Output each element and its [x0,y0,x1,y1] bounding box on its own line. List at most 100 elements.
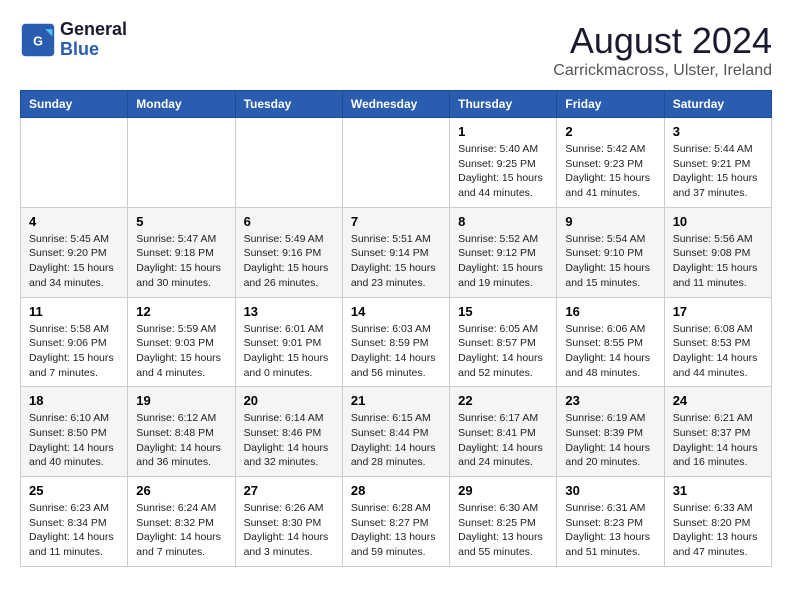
calendar-cell: 4 Sunrise: 5:45 AM Sunset: 9:20 PM Daylig… [21,207,128,297]
day-number: 25 [29,483,119,498]
day-number: 26 [136,483,226,498]
calendar-cell: 27Sunrise: 6:26 AM Sunset: 8:30 PM Dayli… [235,477,342,567]
calendar-cell: 23 Sunrise: 6:19 AM Sunset: 8:39 PM Dayli… [557,387,664,477]
calendar-cell [128,118,235,208]
day-number: 23 [565,393,655,408]
col-header-friday: Friday [557,91,664,118]
day-number: 16 [565,304,655,319]
calendar-cell: 11 Sunrise: 5:58 AM Sunset: 9:06 PM Dayli… [21,297,128,387]
day-number: 3 [673,124,763,139]
calendar-cell [235,118,342,208]
day-info: Sunrise: 5:40 AM Sunset: 9:25 PM Dayligh… [458,142,548,201]
day-info: Sunrise: 6:10 AM Sunset: 8:50 PM Dayligh… [29,411,119,470]
calendar-cell: 24 Sunrise: 6:21 AM Sunset: 8:37 PM Dayli… [664,387,771,477]
col-header-tuesday: Tuesday [235,91,342,118]
page-title: August 2024 [553,20,772,62]
day-number: 7 [351,214,441,229]
day-number: 24 [673,393,763,408]
logo-blue: Blue [60,39,99,59]
week-row-2: 4 Sunrise: 5:45 AM Sunset: 9:20 PM Daylig… [21,207,772,297]
day-info: Sunrise: 6:21 AM Sunset: 8:37 PM Dayligh… [673,411,763,470]
day-info: Sunrise: 6:08 AM Sunset: 8:53 PM Dayligh… [673,322,763,381]
day-info: Sunrise: 5:54 AM Sunset: 9:10 PM Dayligh… [565,232,655,291]
calendar-cell: 17 Sunrise: 6:08 AM Sunset: 8:53 PM Dayli… [664,297,771,387]
calendar-cell: 15 Sunrise: 6:05 AM Sunset: 8:57 PM Dayli… [450,297,557,387]
day-number: 17 [673,304,763,319]
logo: G General Blue [20,20,127,60]
calendar-cell: 7 Sunrise: 5:51 AM Sunset: 9:14 PM Daylig… [342,207,449,297]
calendar-cell: 12Sunrise: 5:59 AM Sunset: 9:03 PM Dayli… [128,297,235,387]
day-info: Sunrise: 6:01 AM Sunset: 9:01 PM Dayligh… [244,322,334,381]
calendar-cell: 31 Sunrise: 6:33 AM Sunset: 8:20 PM Dayli… [664,477,771,567]
day-info: Sunrise: 6:12 AM Sunset: 8:48 PM Dayligh… [136,411,226,470]
logo-icon: G [20,22,56,58]
day-number: 31 [673,483,763,498]
calendar-cell: 16 Sunrise: 6:06 AM Sunset: 8:55 PM Dayli… [557,297,664,387]
calendar-cell: 21 Sunrise: 6:15 AM Sunset: 8:44 PM Dayli… [342,387,449,477]
day-info: Sunrise: 5:49 AM Sunset: 9:16 PM Dayligh… [244,232,334,291]
day-number: 22 [458,393,548,408]
col-header-thursday: Thursday [450,91,557,118]
calendar-cell: 6 Sunrise: 5:49 AM Sunset: 9:16 PM Daylig… [235,207,342,297]
day-info: Sunrise: 5:58 AM Sunset: 9:06 PM Dayligh… [29,322,119,381]
day-info: Sunrise: 6:05 AM Sunset: 8:57 PM Dayligh… [458,322,548,381]
week-row-1: 1 Sunrise: 5:40 AM Sunset: 9:25 PM Daylig… [21,118,772,208]
calendar-cell: 8Sunrise: 5:52 AM Sunset: 9:12 PM Daylig… [450,207,557,297]
calendar-cell: 22Sunrise: 6:17 AM Sunset: 8:41 PM Dayli… [450,387,557,477]
day-info: Sunrise: 6:23 AM Sunset: 8:34 PM Dayligh… [29,501,119,560]
day-number: 14 [351,304,441,319]
day-number: 1 [458,124,548,139]
day-number: 2 [565,124,655,139]
day-info: Sunrise: 6:15 AM Sunset: 8:44 PM Dayligh… [351,411,441,470]
day-info: Sunrise: 6:30 AM Sunset: 8:25 PM Dayligh… [458,501,548,560]
day-info: Sunrise: 5:56 AM Sunset: 9:08 PM Dayligh… [673,232,763,291]
title-block: August 2024 Carrickmacross, Ulster, Irel… [553,20,772,80]
calendar-cell: 26Sunrise: 6:24 AM Sunset: 8:32 PM Dayli… [128,477,235,567]
day-info: Sunrise: 5:47 AM Sunset: 9:18 PM Dayligh… [136,232,226,291]
calendar-cell [342,118,449,208]
calendar-cell: 25 Sunrise: 6:23 AM Sunset: 8:34 PM Dayli… [21,477,128,567]
day-number: 10 [673,214,763,229]
calendar-cell: 28Sunrise: 6:28 AM Sunset: 8:27 PM Dayli… [342,477,449,567]
day-number: 28 [351,483,441,498]
svg-text:G: G [33,34,43,48]
calendar-cell: 10 Sunrise: 5:56 AM Sunset: 9:08 PM Dayli… [664,207,771,297]
col-header-saturday: Saturday [664,91,771,118]
day-number: 4 [29,214,119,229]
day-number: 5 [136,214,226,229]
week-row-5: 25 Sunrise: 6:23 AM Sunset: 8:34 PM Dayli… [21,477,772,567]
day-number: 9 [565,214,655,229]
col-header-monday: Monday [128,91,235,118]
day-number: 27 [244,483,334,498]
week-row-4: 18 Sunrise: 6:10 AM Sunset: 8:50 PM Dayli… [21,387,772,477]
calendar-cell: 19 Sunrise: 6:12 AM Sunset: 8:48 PM Dayli… [128,387,235,477]
calendar-cell: 14Sunrise: 6:03 AM Sunset: 8:59 PM Dayli… [342,297,449,387]
day-number: 30 [565,483,655,498]
logo-text: General Blue [60,20,127,60]
calendar-cell: 2 Sunrise: 5:42 AM Sunset: 9:23 PM Daylig… [557,118,664,208]
day-number: 6 [244,214,334,229]
day-info: Sunrise: 5:45 AM Sunset: 9:20 PM Dayligh… [29,232,119,291]
day-number: 8 [458,214,548,229]
day-info: Sunrise: 5:51 AM Sunset: 9:14 PM Dayligh… [351,232,441,291]
day-number: 21 [351,393,441,408]
day-number: 15 [458,304,548,319]
day-info: Sunrise: 6:06 AM Sunset: 8:55 PM Dayligh… [565,322,655,381]
calendar-cell: 9 Sunrise: 5:54 AM Sunset: 9:10 PM Daylig… [557,207,664,297]
day-number: 18 [29,393,119,408]
calendar-cell: 29Sunrise: 6:30 AM Sunset: 8:25 PM Dayli… [450,477,557,567]
calendar-cell: 30 Sunrise: 6:31 AM Sunset: 8:23 PM Dayli… [557,477,664,567]
day-number: 19 [136,393,226,408]
calendar-cell [21,118,128,208]
day-info: Sunrise: 6:19 AM Sunset: 8:39 PM Dayligh… [565,411,655,470]
calendar-cell: 5 Sunrise: 5:47 AM Sunset: 9:18 PM Daylig… [128,207,235,297]
day-number: 12 [136,304,226,319]
calendar-cell: 18 Sunrise: 6:10 AM Sunset: 8:50 PM Dayli… [21,387,128,477]
day-info: Sunrise: 6:31 AM Sunset: 8:23 PM Dayligh… [565,501,655,560]
col-header-wednesday: Wednesday [342,91,449,118]
day-info: Sunrise: 6:33 AM Sunset: 8:20 PM Dayligh… [673,501,763,560]
calendar-cell: 1 Sunrise: 5:40 AM Sunset: 9:25 PM Daylig… [450,118,557,208]
day-number: 20 [244,393,334,408]
day-info: Sunrise: 5:42 AM Sunset: 9:23 PM Dayligh… [565,142,655,201]
day-number: 11 [29,304,119,319]
